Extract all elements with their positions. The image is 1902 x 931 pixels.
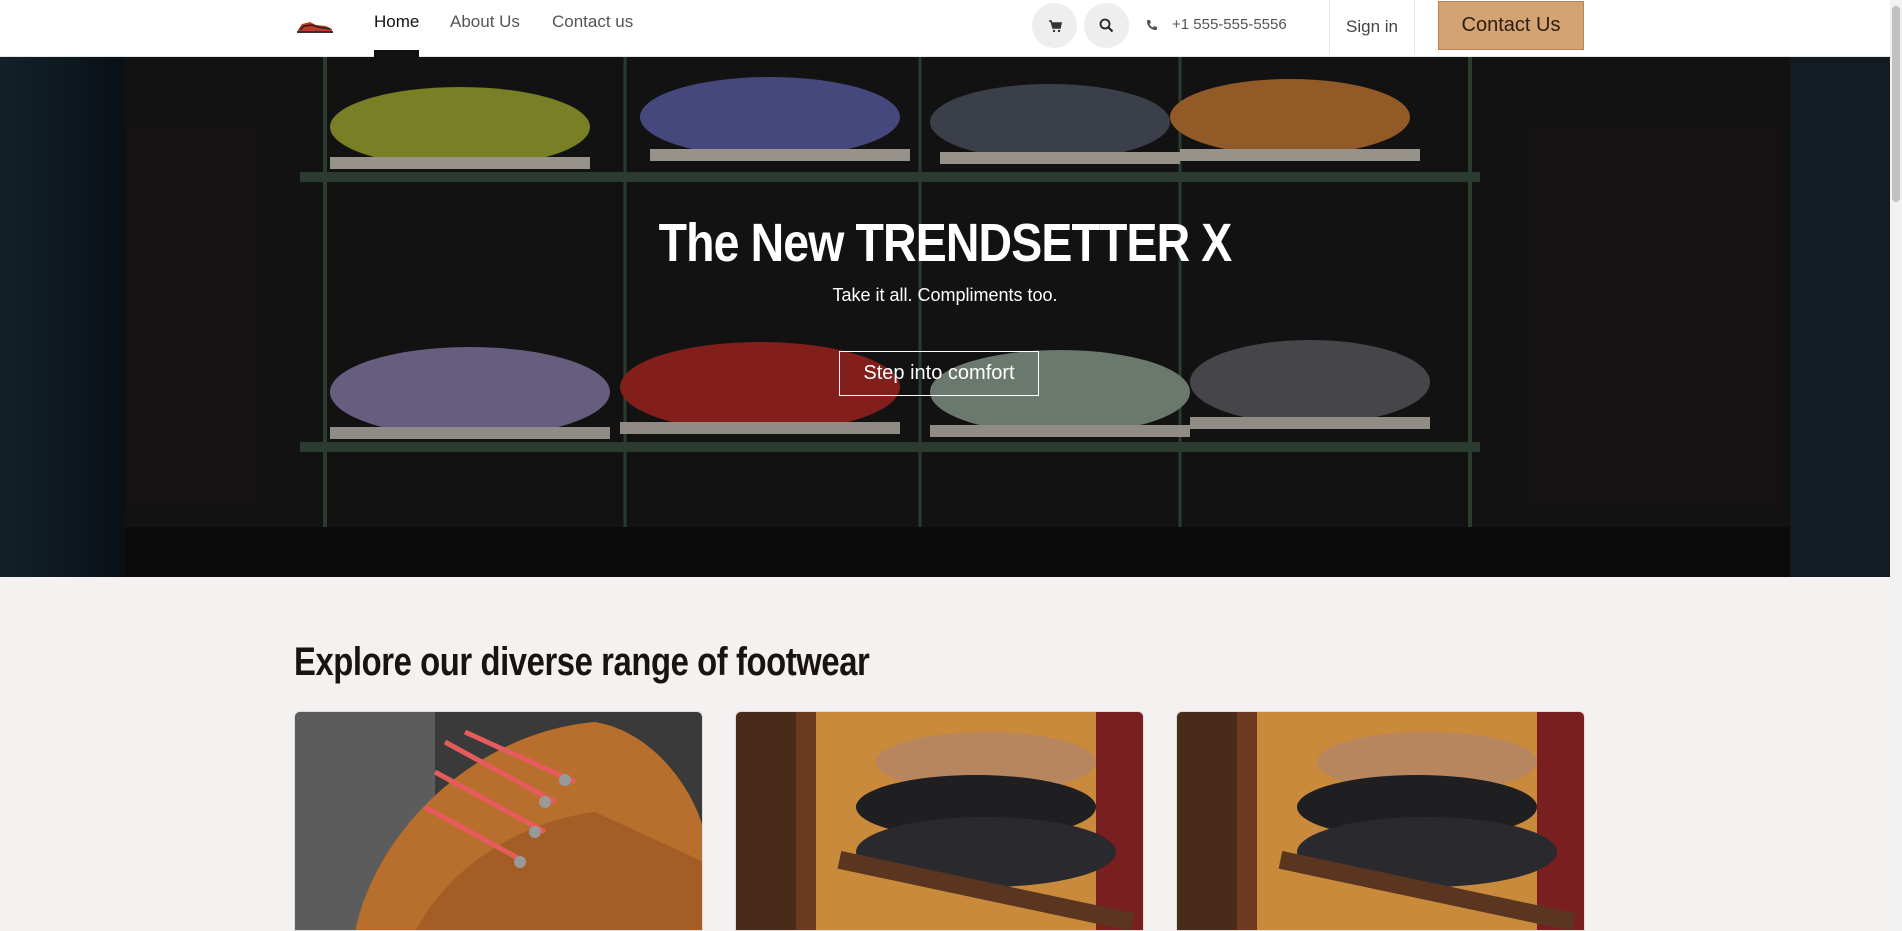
page-scrollbar[interactable] — [1890, 0, 1902, 931]
site-header: Home About Us Contact us +1 555-555-5556… — [0, 0, 1890, 57]
hero-title: The New TRENDSETTER X — [658, 213, 1233, 273]
phone-link[interactable]: +1 555-555-5556 — [1146, 16, 1287, 33]
search-icon — [1099, 18, 1114, 33]
formal-shoes-image — [1177, 712, 1584, 930]
dress-shoes-image — [736, 712, 1143, 930]
hero-subtitle: Take it all. Compliments too. — [832, 285, 1058, 305]
search-button[interactable] — [1084, 3, 1129, 48]
phone-icon — [1147, 19, 1157, 30]
shoe-logo[interactable] — [296, 16, 334, 34]
hero-banner: The New TRENDSETTER X Take it all. Compl… — [0, 57, 1890, 577]
cart-icon — [1048, 19, 1062, 32]
cart-button[interactable] — [1032, 3, 1077, 48]
product-card-boots[interactable] — [294, 711, 703, 931]
nav-contact-us[interactable]: Contact us — [552, 12, 633, 57]
hero-cta-button[interactable]: Step into comfort — [839, 351, 1039, 396]
nav-about-us[interactable]: About Us — [450, 12, 520, 57]
hero-overlay — [0, 57, 1890, 577]
product-card-formal-shoes[interactable] — [1176, 711, 1585, 931]
product-card-dress-shoes[interactable] — [735, 711, 1144, 931]
scrollbar-thumb[interactable] — [1892, 6, 1900, 202]
section-title: Explore our diverse range of footwear — [294, 640, 870, 684]
boot-image — [295, 712, 702, 930]
phone-number: +1 555-555-5556 — [1172, 16, 1287, 33]
nav-home[interactable]: Home — [374, 12, 420, 57]
contact-us-button[interactable]: Contact Us — [1438, 1, 1584, 50]
sign-in-link[interactable]: Sign in — [1329, 0, 1415, 54]
